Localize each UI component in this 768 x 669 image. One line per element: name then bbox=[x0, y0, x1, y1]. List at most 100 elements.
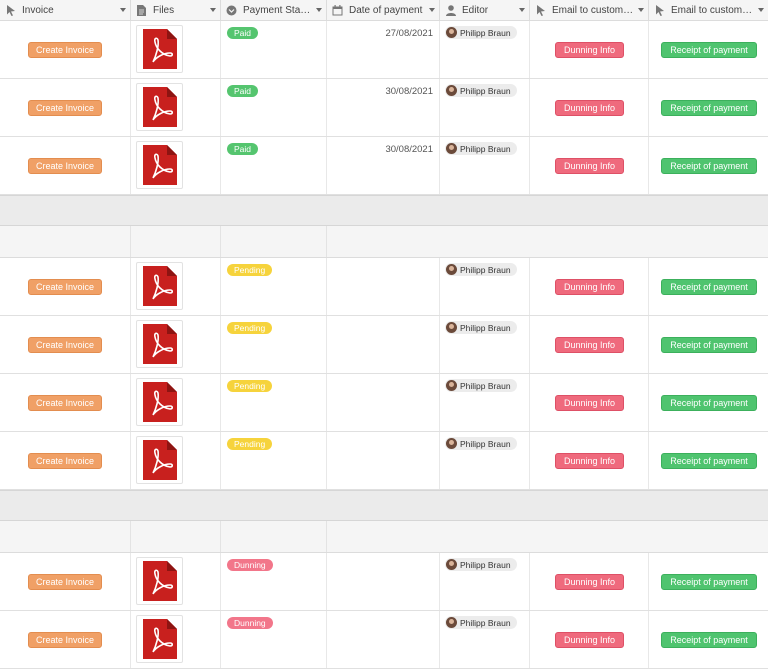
cell-date-of-payment[interactable]: 30/08/2021 bbox=[327, 137, 440, 194]
pdf-file-thumbnail[interactable] bbox=[136, 320, 183, 368]
pdf-file-thumbnail[interactable] bbox=[136, 557, 183, 605]
dunning-info-button[interactable]: Dunning Info bbox=[555, 337, 624, 353]
chevron-down-icon[interactable] bbox=[316, 8, 322, 12]
column-header-payment-status[interactable]: Payment Status bbox=[221, 0, 327, 20]
create-invoice-button[interactable]: Create Invoice bbox=[28, 100, 102, 116]
cell-editor[interactable]: Philipp Braun bbox=[440, 316, 530, 373]
dunning-info-button[interactable]: Dunning Info bbox=[555, 158, 624, 174]
receipt-of-payment-button[interactable]: Receipt of payment bbox=[661, 279, 757, 295]
cell-payment-status[interactable]: Pending bbox=[221, 432, 327, 489]
receipt-of-payment-button[interactable]: Receipt of payment bbox=[661, 100, 757, 116]
create-invoice-button[interactable]: Create Invoice bbox=[28, 279, 102, 295]
receipt-of-payment-button[interactable]: Receipt of payment bbox=[661, 158, 757, 174]
editor-name: Philipp Braun bbox=[460, 85, 511, 96]
create-invoice-button[interactable]: Create Invoice bbox=[28, 453, 102, 469]
cell-invoice: Create Invoice bbox=[0, 137, 131, 194]
status-badge: Paid bbox=[227, 27, 259, 39]
column-label: Payment Status bbox=[243, 4, 313, 16]
cell-payment-status[interactable]: Paid bbox=[221, 21, 327, 78]
create-invoice-button[interactable]: Create Invoice bbox=[28, 337, 102, 353]
pdf-file-thumbnail[interactable] bbox=[136, 141, 183, 189]
cell-date-of-payment[interactable] bbox=[327, 432, 440, 489]
editor-chip: Philipp Braun bbox=[445, 558, 517, 571]
avatar bbox=[446, 438, 457, 449]
cell-payment-status[interactable]: Dunning bbox=[221, 553, 327, 610]
create-invoice-button[interactable]: Create Invoice bbox=[28, 42, 102, 58]
dunning-info-button[interactable]: Dunning Info bbox=[555, 395, 624, 411]
cell-editor[interactable]: Philipp Braun bbox=[440, 79, 530, 136]
cell-invoice: Create Invoice bbox=[0, 611, 131, 668]
pdf-file-thumbnail[interactable] bbox=[136, 436, 183, 484]
create-invoice-button[interactable]: Create Invoice bbox=[28, 158, 102, 174]
editor-chip: Philipp Braun bbox=[445, 379, 517, 392]
receipt-of-payment-button[interactable]: Receipt of payment bbox=[661, 453, 757, 469]
cell-date-of-payment[interactable] bbox=[327, 316, 440, 373]
cell-payment-status[interactable]: Paid bbox=[221, 137, 327, 194]
cell-editor[interactable]: Philipp Braun bbox=[440, 258, 530, 315]
create-invoice-button[interactable]: Create Invoice bbox=[28, 574, 102, 590]
column-header-editor[interactable]: Editor bbox=[440, 0, 530, 20]
avatar bbox=[446, 264, 457, 275]
cell-date-of-payment[interactable] bbox=[327, 258, 440, 315]
create-invoice-button[interactable]: Create Invoice bbox=[28, 395, 102, 411]
column-header-email-to-customer-1[interactable]: Email to customer… bbox=[530, 0, 649, 20]
pdf-file-thumbnail[interactable] bbox=[136, 262, 183, 310]
column-header-date-of-payment[interactable]: Date of payment bbox=[327, 0, 440, 20]
column-label: Invoice bbox=[22, 4, 54, 16]
cell-editor[interactable]: Philipp Braun bbox=[440, 137, 530, 194]
cell-date-of-payment[interactable] bbox=[327, 553, 440, 610]
cell-email-dunning: Dunning Info bbox=[530, 611, 649, 668]
pdf-file-thumbnail[interactable] bbox=[136, 378, 183, 426]
cell-payment-status[interactable]: Pending bbox=[221, 374, 327, 431]
cell-editor[interactable]: Philipp Braun bbox=[440, 21, 530, 78]
chevron-down-icon[interactable] bbox=[758, 8, 764, 12]
pdf-file-thumbnail[interactable] bbox=[136, 83, 183, 131]
receipt-of-payment-button[interactable]: Receipt of payment bbox=[661, 42, 757, 58]
dunning-info-button[interactable]: Dunning Info bbox=[555, 574, 624, 590]
cell-date-of-payment[interactable]: 27/08/2021 bbox=[327, 21, 440, 78]
dunning-info-button[interactable]: Dunning Info bbox=[555, 42, 624, 58]
cell-editor[interactable]: Philipp Braun bbox=[440, 432, 530, 489]
create-invoice-button[interactable]: Create Invoice bbox=[28, 632, 102, 648]
pdf-file-thumbnail[interactable] bbox=[136, 25, 183, 73]
cell-invoice: Create Invoice bbox=[0, 316, 131, 373]
cell-payment-status[interactable]: Pending bbox=[221, 258, 327, 315]
cell-payment-status[interactable]: Paid bbox=[221, 79, 327, 136]
cell-editor[interactable]: Philipp Braun bbox=[440, 611, 530, 668]
receipt-of-payment-button[interactable]: Receipt of payment bbox=[661, 574, 757, 590]
chevron-down-icon[interactable] bbox=[638, 8, 644, 12]
column-label: Editor bbox=[462, 4, 489, 16]
cell-files bbox=[131, 137, 221, 194]
cell-files bbox=[131, 432, 221, 489]
chevron-down-icon[interactable] bbox=[519, 8, 525, 12]
cell-date-of-payment[interactable]: 30/08/2021 bbox=[327, 79, 440, 136]
column-header-email-to-customer-2[interactable]: Email to customer… bbox=[649, 0, 768, 20]
dunning-info-button[interactable]: Dunning Info bbox=[555, 632, 624, 648]
receipt-of-payment-button[interactable]: Receipt of payment bbox=[661, 395, 757, 411]
cell-date-of-payment[interactable] bbox=[327, 611, 440, 668]
table-row: Create Invoice Pending Philipp Braun Dunnin… bbox=[0, 432, 768, 490]
column-header-files[interactable]: Files bbox=[131, 0, 221, 20]
dunning-info-button[interactable]: Dunning Info bbox=[555, 453, 624, 469]
editor-name: Philipp Braun bbox=[460, 559, 511, 570]
cell-editor[interactable]: Philipp Braun bbox=[440, 374, 530, 431]
cell-payment-status[interactable]: Dunning bbox=[221, 611, 327, 668]
chevron-down-icon[interactable] bbox=[429, 8, 435, 12]
receipt-of-payment-button[interactable]: Receipt of payment bbox=[661, 337, 757, 353]
dunning-info-button[interactable]: Dunning Info bbox=[555, 100, 624, 116]
editor-name: Philipp Braun bbox=[460, 380, 511, 391]
pdf-file-thumbnail[interactable] bbox=[136, 615, 183, 663]
column-header-invoice[interactable]: Invoice bbox=[0, 0, 131, 20]
group-header bbox=[0, 226, 768, 258]
cell-email-dunning: Dunning Info bbox=[530, 137, 649, 194]
chevron-down-icon[interactable] bbox=[210, 8, 216, 12]
group-header-cell bbox=[0, 521, 131, 552]
status-badge: Dunning bbox=[227, 617, 273, 629]
receipt-of-payment-button[interactable]: Receipt of payment bbox=[661, 632, 757, 648]
cell-editor[interactable]: Philipp Braun bbox=[440, 553, 530, 610]
cell-payment-status[interactable]: Pending bbox=[221, 316, 327, 373]
dunning-info-button[interactable]: Dunning Info bbox=[555, 279, 624, 295]
avatar bbox=[446, 143, 457, 154]
chevron-down-icon[interactable] bbox=[120, 8, 126, 12]
cell-date-of-payment[interactable] bbox=[327, 374, 440, 431]
